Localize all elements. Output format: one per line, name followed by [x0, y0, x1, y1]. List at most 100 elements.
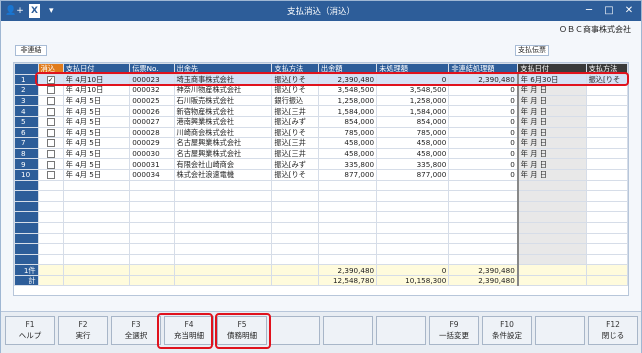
table-row[interactable]: 10 年 4月 5日 000034 株式会社浪速電機 振込[りそ 877,000 877,0… [14, 168, 628, 181]
reconcile-cell[interactable] [37, 158, 64, 170]
reconcile-cell[interactable] [37, 190, 64, 202]
fkey-f3-button[interactable]: F3 全選択 [111, 316, 161, 345]
reconcile-checkbox[interactable] [46, 150, 55, 158]
header-pay-date[interactable]: 支払日付 [517, 63, 587, 75]
reconcile-cell[interactable] [37, 94, 64, 107]
cell-amount: 785,000 [317, 126, 378, 139]
reconcile-checkbox[interactable] [46, 107, 55, 116]
table-row[interactable]: 5年 4月 5日 000027 港南興業株式会社 振込[みず 854,000 854,00… [14, 115, 628, 128]
reconcile-cell[interactable] [37, 137, 64, 149]
cell-pdate: 年 月 日 [516, 158, 587, 170]
cell-date [62, 190, 131, 202]
reconcile-checkbox[interactable] [46, 118, 55, 127]
payment-grid[interactable]: 消込 支払日付 伝票No. 出金先 支払方法 出金額 未処理額 非連結処理額 支… [13, 62, 629, 296]
table-row[interactable]: 6年 4月 5日 000028 川崎商会株式会社 振込[りそ 785,000 785,00… [14, 126, 628, 139]
fkey-f2-button[interactable]: F2 実行 [58, 316, 108, 345]
table-row[interactable]: 8年 4月 5日 000030 名古屋興業株式会社 振込[三井 458,000 458,0… [14, 147, 628, 160]
table-row[interactable]: 3年 4月 5日 000025 石川販売株式会社 銀行振込 1,258,000 1,258… [14, 94, 628, 107]
header-nonlink[interactable]: 非連結処理額 [448, 63, 519, 75]
reconcile-cell[interactable] [37, 211, 64, 223]
nonlink-group-label: 非連結 [15, 45, 47, 56]
cell-method: 振込[りそ [271, 84, 319, 96]
header-payee[interactable]: 出金先 [173, 63, 273, 75]
fkey-empty-7-button[interactable] [376, 316, 426, 345]
fkey-code: F1 [25, 320, 35, 329]
cell-pdate: 年 月 日 [516, 94, 587, 107]
reconcile-cell[interactable] [37, 126, 64, 139]
header-date[interactable]: 支払日付 [62, 63, 131, 75]
summary-empty [585, 264, 628, 276]
table-row[interactable]: 9年 4月 5日 000031 有限会社山崎商会 振込[みず 335,800 335,80… [14, 158, 628, 170]
reconcile-checkbox[interactable] [46, 97, 55, 105]
cell-pdate [516, 243, 587, 255]
cell-method [271, 232, 319, 245]
header-amount[interactable]: 出金額 [317, 63, 378, 75]
reconcile-checkbox[interactable] [46, 171, 55, 180]
cell-date [62, 200, 131, 213]
reconcile-checkbox[interactable]: ✓ [46, 75, 55, 84]
reconcile-cell[interactable] [37, 147, 64, 160]
reconcile-cell[interactable] [37, 232, 64, 245]
fkey-empty-5-button[interactable] [270, 316, 320, 345]
reconcile-cell[interactable] [37, 200, 64, 213]
maximize-icon[interactable]: □ [599, 3, 619, 19]
cell-payee [173, 190, 273, 202]
reconcile-cell[interactable] [37, 179, 64, 192]
table-row[interactable] [14, 179, 628, 192]
cell-pmethod [585, 179, 628, 192]
table-row[interactable] [14, 253, 628, 266]
table-row[interactable] [14, 243, 628, 255]
table-row[interactable]: 4年 4月 5日 000026 新宿物産株式会社 振込[三井 1,584,000 1,58… [14, 105, 628, 117]
table-row[interactable]: 7年 4月 5日 000029 名古屋興業株式会社 振込[三井 458,000 458,0… [14, 137, 628, 149]
fkey-f5-button[interactable]: F5 債務明細 [217, 316, 267, 345]
cell-payee: 株式会社浪速電機 [173, 168, 273, 181]
row-number [14, 190, 39, 202]
table-row[interactable] [14, 211, 628, 223]
cell-method [271, 221, 319, 234]
cell-nonlink [448, 243, 519, 255]
reconcile-checkbox[interactable] [46, 86, 55, 95]
reconcile-cell[interactable]: ✓ [37, 73, 64, 86]
fkey-empty-10-button[interactable] [535, 316, 585, 345]
reconcile-cell[interactable] [37, 253, 64, 266]
fkey-f10-button[interactable]: F10 条件設定 [482, 316, 532, 345]
cell-date: 年 4月 5日 [62, 115, 131, 128]
header-slip-no[interactable]: 伝票No. [129, 63, 175, 75]
header-reconcile[interactable]: 消込 [37, 63, 64, 75]
summary-empty [585, 274, 628, 287]
table-row[interactable] [14, 221, 628, 234]
cell-slip: 000034 [129, 168, 175, 181]
table-row[interactable] [14, 190, 628, 202]
close-icon[interactable]: ✕ [619, 3, 639, 19]
cell-payee: 名古屋興業株式会社 [173, 137, 273, 149]
fkey-label: 条件設定 [492, 331, 522, 340]
reconcile-cell[interactable] [37, 168, 64, 181]
table-row[interactable]: 1 ✓ 年 4月10日 000023 埼玉商事株式会社 振込[りそ 2,390,480 0 2,… [14, 73, 628, 86]
summary-empty [271, 264, 319, 276]
reconcile-checkbox[interactable] [46, 160, 55, 169]
table-row[interactable]: 2年 4月10日 000032 神奈川物産株式会社 振込[りそ 3,548,500 3,5… [14, 84, 628, 96]
minimize-icon[interactable]: ─ [579, 3, 599, 19]
reconcile-cell[interactable] [37, 105, 64, 117]
cell-slip: 000028 [129, 126, 175, 139]
cell-pmethod [585, 94, 628, 107]
reconcile-checkbox[interactable] [46, 128, 55, 137]
fkey-f12-button[interactable]: F12 閉じる [588, 316, 638, 345]
table-row[interactable] [14, 232, 628, 245]
cell-unproc: 3,548,500 [376, 84, 450, 96]
header-unprocessed[interactable]: 未処理額 [376, 63, 450, 75]
reconcile-cell[interactable] [37, 221, 64, 234]
cell-date: 年 4月10日 [62, 84, 131, 96]
fkey-empty-6-button[interactable] [323, 316, 373, 345]
fkey-f9-button[interactable]: F9 一括変更 [429, 316, 479, 345]
header-pay-method[interactable]: 支払方法 [585, 63, 628, 75]
table-row[interactable] [14, 200, 628, 213]
reconcile-checkbox[interactable] [46, 139, 55, 148]
reconcile-cell[interactable] [37, 115, 64, 128]
reconcile-cell[interactable] [37, 243, 64, 255]
fkey-f4-button[interactable]: F4 充当明細 [164, 316, 214, 345]
cell-slip [129, 211, 175, 223]
fkey-f1-button[interactable]: F1 ヘルプ [5, 316, 55, 345]
reconcile-cell[interactable] [37, 84, 64, 96]
header-method[interactable]: 支払方法 [271, 63, 319, 75]
